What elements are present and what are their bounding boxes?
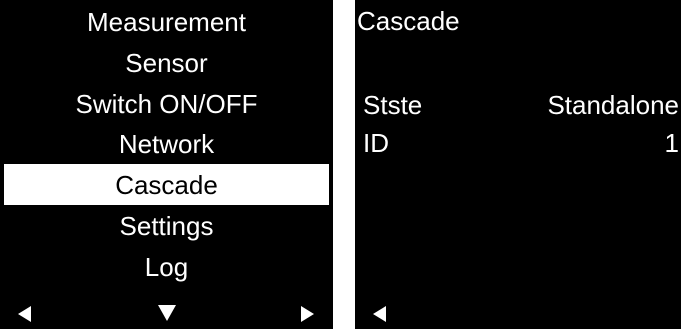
state-label: Stste [363,90,423,120]
state-value: Standalone [547,90,679,120]
menu-item-log[interactable]: Log [4,246,329,287]
left-arrow-icon[interactable] [18,306,31,322]
detail-nav-bar [355,299,681,329]
cascade-detail-screen: Cascade Stste Standalone ID 1 [355,0,681,329]
down-arrow-icon[interactable] [158,305,176,321]
menu-item-network[interactable]: Network [4,123,329,164]
menu-item-settings[interactable]: Settings [4,205,329,246]
menu-item-switch-on-off[interactable]: Switch ON/OFF [4,83,329,124]
state-row: Stste Standalone [355,88,681,122]
id-label: ID [363,128,389,158]
menu-nav-bar [0,299,333,329]
left-arrow-icon[interactable] [373,306,386,322]
id-row: ID 1 [355,126,681,160]
menu-item-sensor[interactable]: Sensor [4,42,329,83]
menu-screen: Measurement Sensor Switch ON/OFF Network… [0,0,333,329]
id-value: 1 [664,128,679,158]
menu-item-measurement[interactable]: Measurement [4,1,329,42]
menu-item-cascade[interactable]: Cascade [4,164,329,205]
right-arrow-icon[interactable] [301,306,314,322]
page-title: Cascade [357,6,460,36]
